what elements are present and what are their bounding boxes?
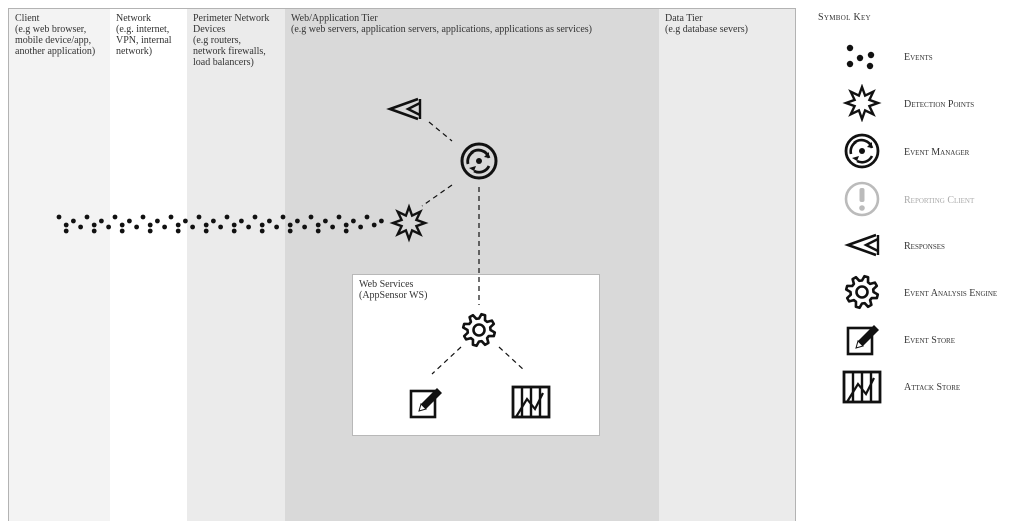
event-dot — [287, 228, 293, 234]
event-manager-icon — [844, 133, 880, 169]
event-dot — [267, 218, 272, 224]
key-label-event-analysis-engine: Event Analysis Engine — [904, 288, 998, 299]
event-dot — [162, 224, 168, 230]
event-dot — [252, 214, 258, 220]
reporting-client-icon — [844, 181, 880, 217]
event-dot — [134, 224, 139, 230]
event-dot — [259, 228, 265, 234]
event-dot — [190, 224, 196, 230]
detection-point-icon — [389, 203, 429, 243]
event-dot — [147, 222, 153, 228]
event-dot — [56, 214, 62, 220]
event-dot — [315, 228, 321, 234]
responses-icon — [386, 97, 422, 121]
event-dot — [140, 214, 146, 220]
event-dot — [358, 224, 363, 230]
event-dot — [203, 228, 209, 234]
event-dot — [330, 224, 335, 230]
responses-icon — [844, 233, 880, 257]
event-dot — [127, 218, 132, 224]
event-dot — [364, 214, 370, 220]
key-label-events: Events — [904, 52, 933, 63]
event-dot — [371, 222, 377, 228]
event-dot — [323, 218, 328, 224]
event-dot — [343, 228, 349, 234]
key-label-responses: Responses — [904, 241, 945, 252]
key-label-detection-points: Detection Points — [904, 99, 975, 110]
event-dot — [336, 214, 342, 220]
event-dot — [147, 228, 153, 234]
event-dot — [379, 218, 384, 224]
event-dot — [308, 214, 314, 220]
connector-line — [421, 184, 453, 207]
events-icon — [846, 44, 875, 70]
event-dot — [119, 222, 125, 228]
event-dot — [315, 222, 321, 228]
event-dot — [84, 214, 90, 220]
key-label-attack-store: Attack Store — [904, 382, 961, 393]
event-dot — [183, 218, 188, 224]
attack-store-icon — [842, 370, 882, 404]
connector-line — [498, 346, 526, 372]
connector-line — [428, 121, 453, 142]
event-dot — [91, 228, 97, 234]
event-dot — [280, 214, 286, 220]
event-manager-icon — [460, 142, 498, 180]
event-store-icon — [846, 325, 879, 356]
event-dot — [106, 224, 111, 230]
event-dot — [91, 222, 97, 228]
attack-store-icon — [511, 385, 551, 419]
architecture-diagram: Client (e.g web browser, mobile device/a… — [8, 8, 796, 521]
event-dot — [224, 214, 230, 220]
event-dot — [259, 222, 265, 228]
event-dot — [99, 218, 104, 224]
event-analysis-engine-icon — [461, 312, 497, 348]
event-dot — [343, 222, 349, 228]
event-dot — [239, 218, 244, 224]
event-dot — [302, 224, 307, 230]
event-dot — [274, 224, 279, 230]
event-dot — [295, 218, 300, 224]
event-dot — [231, 222, 237, 228]
symbol-key: Symbol Key Events Detection Points Event… — [800, 0, 1022, 521]
event-analysis-engine-icon — [844, 274, 880, 310]
event-dot — [63, 222, 69, 228]
event-store-icon — [409, 388, 442, 419]
event-dot — [287, 222, 293, 228]
event-dot — [246, 224, 252, 230]
key-label-event-store: Event Store — [904, 335, 955, 346]
symbol-key-title: Symbol Key — [818, 12, 871, 23]
event-dot — [78, 224, 83, 230]
key-label-reporting-client: Reporting Client — [904, 195, 975, 206]
event-dot — [71, 218, 76, 224]
diagram-canvas — [56, 97, 551, 419]
key-label-event-manager: Event Manager — [904, 147, 970, 158]
event-dot — [112, 214, 118, 220]
detection-point-icon — [842, 84, 882, 122]
event-stream — [56, 214, 384, 234]
event-dot — [63, 228, 69, 234]
event-dot — [175, 228, 181, 234]
connector-line — [431, 346, 462, 375]
event-dot — [175, 222, 181, 228]
event-dot — [203, 222, 209, 228]
event-dot — [218, 224, 224, 230]
event-dot — [119, 228, 125, 234]
event-dot — [231, 228, 237, 234]
event-dot — [168, 214, 174, 220]
event-dot — [351, 218, 356, 224]
event-dot — [155, 218, 160, 224]
event-dot — [196, 214, 202, 220]
event-dot — [211, 218, 216, 224]
